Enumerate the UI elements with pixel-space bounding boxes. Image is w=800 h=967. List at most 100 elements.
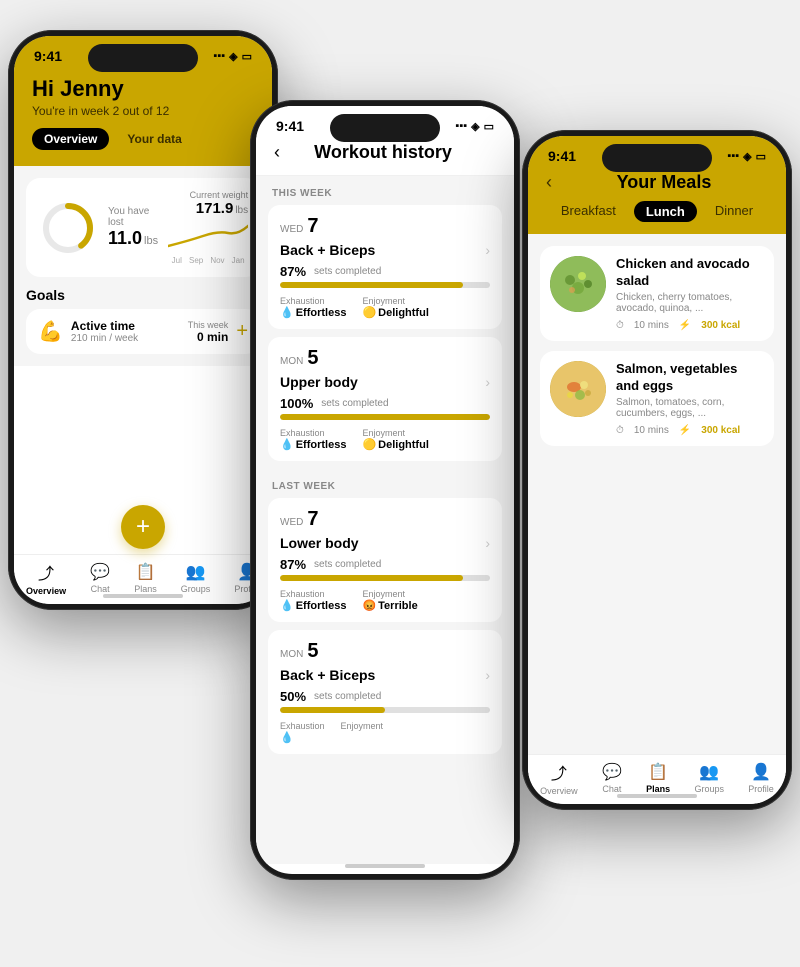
enjoyment-stat-1: Enjoyment 🟡 Delightful	[362, 296, 428, 319]
chart-label-nov: Nov	[210, 256, 224, 265]
exhaustion-icon-3: 💧	[280, 599, 294, 612]
exhaustion-label-4: Exhaustion	[280, 721, 325, 731]
workout-entry-wed-7[interactable]: WED 7 Back + Biceps › 87% sets completed…	[268, 205, 502, 329]
fab-button[interactable]: +	[121, 505, 165, 549]
nav-item-groups[interactable]: 👥 Groups	[181, 562, 211, 594]
enjoyment-icon-2: 🟡	[362, 438, 376, 451]
goal-this-week-label: This week	[188, 320, 229, 330]
battery-icon-mid: ▭	[484, 120, 494, 133]
nav-item-overview[interactable]: ⤴ Overview	[26, 560, 66, 596]
wifi-icon-right: ◈	[743, 150, 751, 163]
workout-day-abbr-3: WED	[280, 517, 303, 528]
meal-name-1: Chicken and avocado salad	[616, 256, 764, 290]
meal-card-1[interactable]: Chicken and avocado salad Chicken, cherr…	[540, 246, 774, 341]
exhaustion-label-2: Exhaustion	[280, 428, 346, 438]
phone-meals-screen: 9:41 ▪▪▪ ◈ ▭ ‹ Your Meals Breakfast Lunc…	[528, 136, 786, 804]
progress-fill-2	[280, 414, 490, 420]
workout-pct-2: 100%	[280, 396, 313, 411]
progress-fill-4	[280, 707, 385, 713]
last-week-label: LAST WEEK	[256, 469, 514, 498]
status-bar-right: 9:41 ▪▪▪ ◈ ▭	[528, 136, 786, 168]
workout-day-abbr-1: WED	[280, 224, 303, 235]
weight-donut-chart	[38, 198, 98, 258]
workout-title: Workout history	[288, 142, 478, 163]
overview-icon-right: ⤴	[551, 760, 567, 784]
meal-time-value-1: 10 mins	[634, 320, 669, 331]
nav-label-right-chat: Chat	[602, 784, 621, 794]
current-weight-unit: lbs	[235, 205, 248, 216]
weight-lost-label: You have lost	[108, 206, 158, 228]
tab-your-data[interactable]: Your data	[115, 128, 193, 150]
weight-lost-value: 11.0	[108, 228, 142, 249]
nav-item-plans[interactable]: 📋 Plans	[134, 562, 157, 594]
chat-icon-right: 💬	[602, 762, 622, 782]
nav-item-right-groups[interactable]: 👥 Groups	[694, 762, 724, 794]
back-button[interactable]: ‹	[274, 142, 280, 163]
greeting-text: Hi Jenny	[32, 76, 254, 102]
battery-icon: ▭	[242, 50, 252, 63]
workout-pct-3: 87%	[280, 557, 306, 572]
meal-tabs: Breakfast Lunch Dinner	[546, 201, 768, 222]
battery-icon-right: ▭	[756, 150, 766, 163]
signal-icon: ▪▪▪	[213, 50, 225, 62]
tab-lunch[interactable]: Lunch	[634, 201, 697, 222]
workout-day-num-1: 7	[307, 215, 318, 238]
meal-name-2: Salmon, vegetables and eggs	[616, 361, 764, 395]
workout-entry-mon-5[interactable]: MON 5 Upper body › 100% sets completed E…	[268, 337, 502, 461]
meal-cal-value-1: 300 kcal	[701, 320, 740, 331]
exhaustion-icon-2: 💧	[280, 438, 294, 451]
goals-section: Goals 💪 Active time 210 min / week This …	[26, 287, 260, 354]
meal-desc-1: Chicken, cherry tomatoes, avocado, quino…	[616, 292, 764, 314]
meal-meta-2: ⏱ 10 mins ⚡ 300 kcal	[616, 425, 764, 436]
tab-dinner[interactable]: Dinner	[707, 201, 761, 222]
meals-header: ‹ Your Meals Breakfast Lunch Dinner	[528, 168, 786, 234]
nav-label-plans: Plans	[134, 584, 157, 594]
enjoyment-value-2: Delightful	[378, 439, 429, 451]
exhaustion-value-2: Effortless	[296, 439, 347, 451]
exhaustion-stat-1: Exhaustion 💧 Effortless	[280, 296, 346, 319]
chart-label-jul: Jul	[172, 256, 182, 265]
enjoyment-value-1: Delightful	[378, 307, 429, 319]
phone-overview: 9:41 ▪▪▪ ◈ ▭ Hi Jenny You're in week 2 o…	[8, 30, 278, 610]
nav-label-chat: Chat	[91, 584, 110, 594]
chart-label-sep: Sep	[189, 256, 203, 265]
nav-item-right-chat[interactable]: 💬 Chat	[602, 762, 622, 794]
profile-icon-right: 👤	[751, 762, 771, 782]
enjoyment-stat-2: Enjoyment 🟡 Delightful	[362, 428, 428, 451]
meals-back-button[interactable]: ‹	[546, 172, 552, 193]
workout-day-abbr-2: MON	[280, 356, 303, 367]
goal-icon-muscle: 💪	[38, 319, 63, 344]
meal-card-2[interactable]: Salmon, vegetables and eggs Salmon, toma…	[540, 351, 774, 446]
meal-desc-2: Salmon, tomatoes, corn, cucumbers, eggs,…	[616, 397, 764, 419]
workout-entry-lw-mon-5[interactable]: MON 5 Back + Biceps › 50% sets completed…	[268, 630, 502, 754]
meal-cal-icon-1: ⚡	[679, 320, 691, 331]
header-tabs: Overview Your data	[32, 128, 254, 150]
enjoyment-value-3: Terrible	[378, 600, 418, 612]
chat-icon: 💬	[90, 562, 110, 582]
tab-overview[interactable]: Overview	[32, 128, 109, 150]
meal-info-2: Salmon, vegetables and eggs Salmon, toma…	[616, 361, 764, 436]
enjoyment-icon-1: 🟡	[362, 306, 376, 319]
status-time-right: 9:41	[548, 148, 576, 164]
goal-add-button[interactable]: +	[236, 320, 248, 343]
goal-name: Active time	[71, 319, 180, 333]
workout-name-4: Back + Biceps	[280, 667, 375, 683]
workout-entry-lw-wed-7[interactable]: WED 7 Lower body › 87% sets completed Ex…	[268, 498, 502, 622]
nav-item-right-profile[interactable]: 👤 Profile	[748, 762, 774, 794]
status-icons-mid: ▪▪▪ ◈ ▭	[455, 120, 494, 133]
nav-item-chat[interactable]: 💬 Chat	[90, 562, 110, 594]
groups-icon: 👥	[186, 562, 206, 582]
status-time-left: 9:41	[34, 48, 62, 64]
tab-breakfast[interactable]: Breakfast	[553, 201, 624, 222]
workout-day-num-4: 5	[307, 640, 318, 663]
plans-icon: 📋	[135, 562, 155, 582]
nav-item-right-plans[interactable]: 📋 Plans	[646, 762, 670, 794]
status-bar-mid: 9:41 ▪▪▪ ◈ ▭	[256, 106, 514, 138]
workout-chevron-3: ›	[485, 535, 490, 551]
nav-item-right-overview[interactable]: ⤴ Overview	[540, 760, 578, 796]
workout-day-num-3: 7	[307, 508, 318, 531]
progress-bar-3	[280, 575, 490, 581]
workout-pct-1: 87%	[280, 264, 306, 279]
nav-label-right-overview: Overview	[540, 786, 578, 796]
meal-time-icon-1: ⏱	[616, 320, 624, 331]
